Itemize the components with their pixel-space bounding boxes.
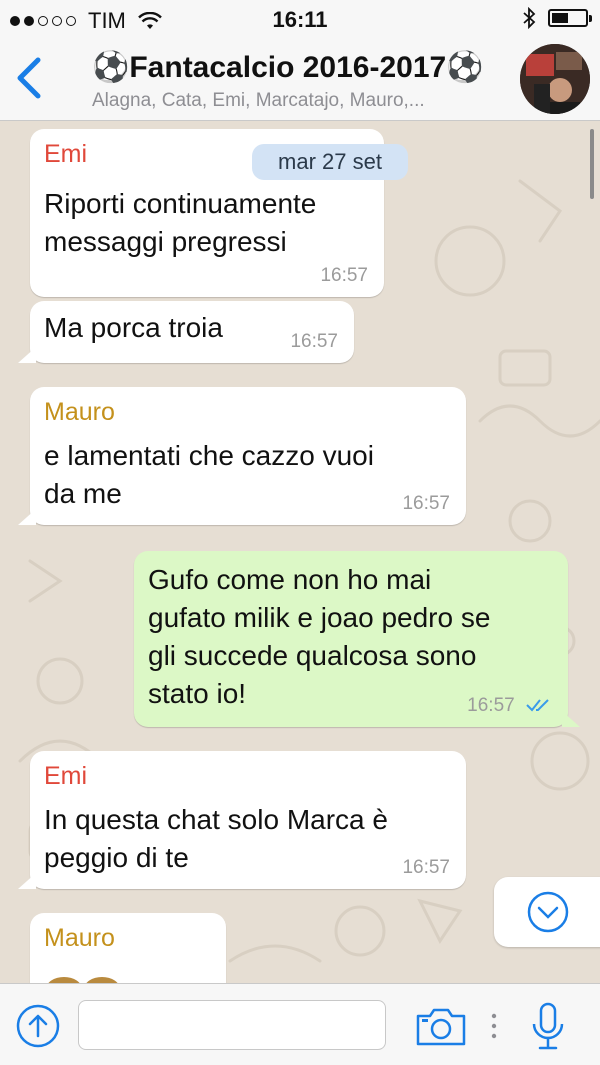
emoji-icon: [48, 977, 118, 983]
message-sender: Mauro: [44, 924, 115, 952]
message-list[interactable]: Emi Riporti continuamente messaggi pregr…: [0, 121, 600, 983]
message-sender: Emi: [44, 762, 88, 790]
chevron-down-circle-icon: [527, 891, 569, 933]
message-bubble[interactable]: Mauro e lamentati che cazzo vuoi da me 1…: [18, 387, 466, 525]
avatar-photo: [520, 44, 590, 114]
message-bubble[interactable]: Emi In questa chat solo Marca è peggio d…: [18, 751, 466, 889]
clock: 16:11: [272, 7, 328, 32]
status-bar: TIM 16:11: [0, 0, 600, 38]
chat-header: ⚽Fantacalcio 2016-2017⚽ Alagna, Cata, Em…: [0, 38, 600, 121]
message-line: Riporti continuamente: [44, 188, 317, 219]
input-bar: [0, 983, 600, 1065]
message-time: 16:57: [402, 493, 450, 514]
battery-icon: [548, 9, 592, 27]
message-bubble[interactable]: Mauro: [30, 913, 226, 983]
bubble-tail: [18, 873, 36, 889]
double-check-icon: [526, 699, 549, 712]
message-bubble[interactable]: Emi Riporti continuamente messaggi pregr…: [30, 129, 408, 297]
bubble-tail: [562, 711, 580, 727]
message-line: Gufo come non ho mai: [148, 564, 432, 595]
message-time-row: 16:57: [467, 695, 552, 717]
message-time: 16:57: [467, 695, 515, 716]
message-line: gli succede qualcosa sono: [148, 640, 477, 671]
message-line: gufato milik e joao pedro se: [148, 602, 491, 633]
group-avatar[interactable]: [520, 44, 590, 114]
bubble-tail: [18, 509, 36, 525]
message-text: In questa chat solo Marca è peggio di te: [44, 801, 452, 877]
message-bubble-outgoing[interactable]: Gufo come non ho mai gufato milik e joao…: [134, 551, 580, 727]
message-time: 16:57: [402, 857, 450, 878]
message-text: e lamentati che cazzo vuoi da me: [44, 437, 452, 513]
message-text: Gufo come non ho mai gufato milik e joao…: [148, 561, 554, 713]
chat-title[interactable]: ⚽Fantacalcio 2016-2017⚽: [92, 50, 484, 85]
chat-participants[interactable]: Alagna, Cata, Emi, Marcatajo, Mauro,...: [92, 90, 512, 112]
camera-icon[interactable]: [414, 1004, 468, 1048]
message-line: messaggi pregressi: [44, 226, 287, 257]
bluetooth-icon: [523, 7, 536, 29]
scroll-indicator[interactable]: [590, 129, 594, 199]
message-sender: Mauro: [44, 398, 115, 426]
microphone-icon[interactable]: [530, 1002, 566, 1052]
more-options-icon[interactable]: [484, 1012, 504, 1042]
message-time: 16:57: [290, 331, 338, 352]
date-pill: mar 27 set: [252, 144, 408, 180]
message-time: 16:57: [320, 265, 368, 286]
bubble-tail: [18, 347, 36, 363]
message-text: Riporti continuamente messaggi pregressi: [44, 185, 370, 261]
back-chevron-icon[interactable]: [10, 56, 50, 100]
message-line: da me: [44, 478, 122, 509]
message-line: peggio di te: [44, 842, 189, 873]
message-line: In questa chat solo Marca è: [44, 804, 388, 835]
message-line: e lamentati che cazzo vuoi: [44, 440, 374, 471]
message-bubble[interactable]: Ma porca troia 16:57: [18, 301, 354, 363]
scroll-to-bottom-button[interactable]: [494, 877, 600, 947]
share-arrow-up-icon[interactable]: [16, 1004, 60, 1048]
message-input[interactable]: [78, 1000, 386, 1050]
